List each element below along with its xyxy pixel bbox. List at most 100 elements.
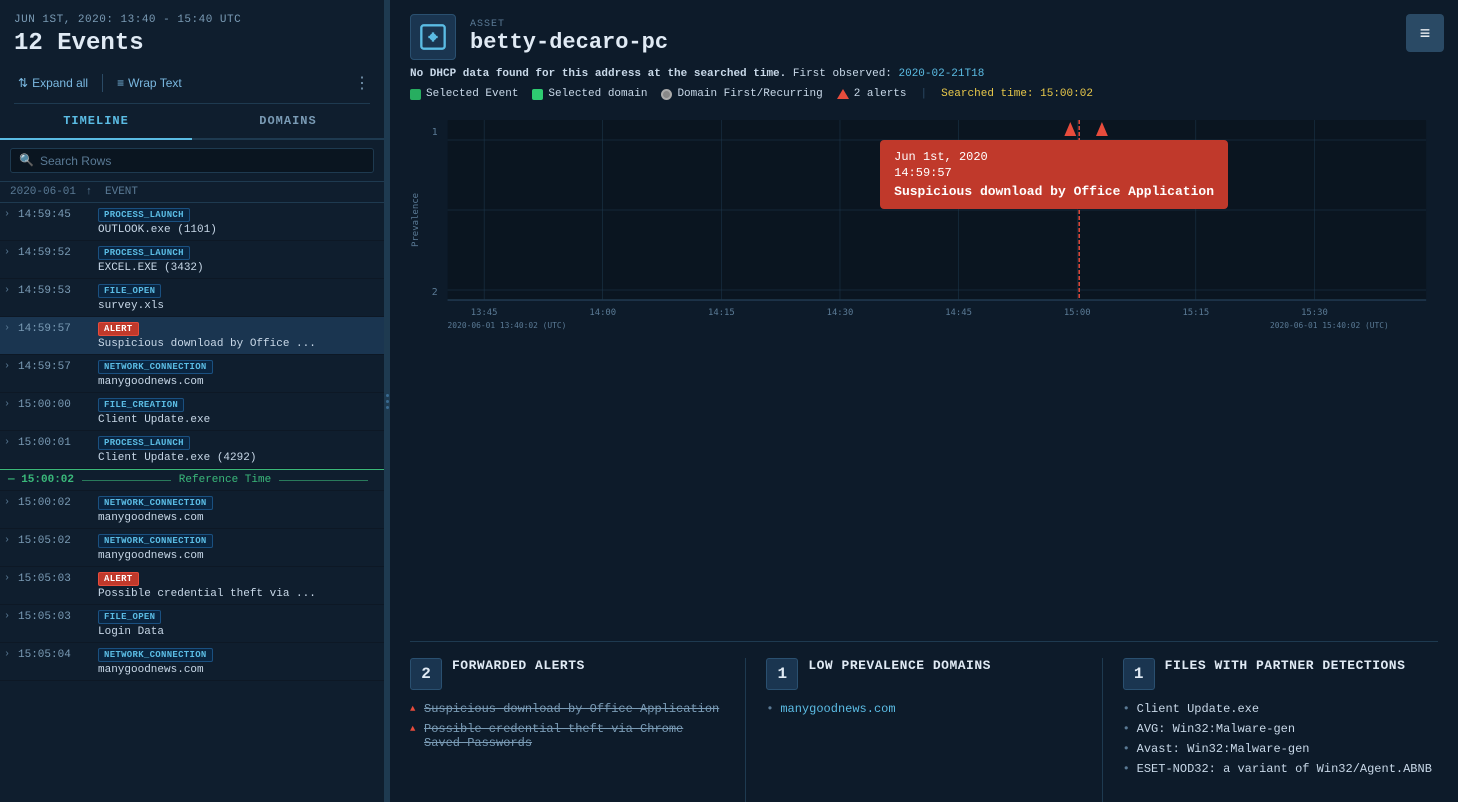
alerts-count: 2 alerts	[854, 88, 907, 100]
file-creation-badge: FILE_CREATION	[98, 398, 184, 412]
legend-row: Selected Event Selected domain Domain Fi…	[410, 88, 1438, 100]
network-connection-badge: NETWORK_CONNECTION	[98, 534, 213, 548]
selected-event-label: Selected Event	[426, 88, 518, 100]
left-header: JUN 1ST, 2020: 13:40 - 15:40 UTC 12 Even…	[0, 0, 384, 104]
event-time: 14:59:52	[18, 245, 98, 259]
tab-timeline[interactable]: TIMELINE	[0, 104, 192, 140]
legend-searched-time: Searched time: 15:00:02	[941, 88, 1093, 100]
expand-all-button[interactable]: ⇅ Expand all	[14, 74, 92, 92]
table-row[interactable]: › 15:05:04 NETWORK_CONNECTION manygoodne…	[0, 643, 384, 681]
domain-first-circle	[661, 89, 672, 100]
asset-label: ASSET	[470, 19, 668, 30]
filter-button[interactable]: ≡	[1406, 14, 1444, 52]
event-label: Client Update.exe	[98, 414, 318, 426]
event-time: 14:59:57	[18, 359, 98, 373]
process-launch-badge: PROCESS_LAUNCH	[98, 436, 190, 450]
legend-alerts: 2 alerts	[837, 88, 907, 100]
process-launch-badge: PROCESS_LAUNCH	[98, 246, 190, 260]
file-open-badge: FILE_OPEN	[98, 610, 161, 624]
svg-text:14:00: 14:00	[589, 308, 616, 318]
date-range: JUN 1ST, 2020: 13:40 - 15:40 UTC	[14, 14, 370, 26]
wrap-text-button[interactable]: ≡ Wrap Text	[113, 74, 186, 92]
chevron-right-icon: ›	[4, 647, 18, 660]
stat-header: 1 LOW PREVALENCE DOMAINS	[766, 658, 1081, 690]
chevron-right-icon: ›	[4, 397, 18, 410]
reference-time-label: Reference Time	[179, 474, 271, 486]
stat-number: 2	[410, 658, 442, 690]
network-connection-badge: NETWORK_CONNECTION	[98, 496, 213, 510]
event-content: PROCESS_LAUNCH OUTLOOK.exe (1101)	[98, 207, 378, 236]
chevron-right-icon: ›	[4, 321, 18, 334]
event-label: Suspicious download by Office ...	[98, 338, 318, 350]
events-list: › 14:59:45 PROCESS_LAUNCH OUTLOOK.exe (1…	[0, 203, 384, 802]
event-content: PROCESS_LAUNCH EXCEL.EXE (3432)	[98, 245, 378, 274]
chevron-right-icon: ›	[4, 359, 18, 372]
list-item: Avast: Win32:Malware-gen	[1123, 742, 1438, 756]
event-label: survey.xls	[98, 300, 318, 312]
first-observed-link[interactable]: 2020-02-21T18	[899, 68, 985, 80]
reference-time-row: — 15:00:02 Reference Time	[0, 469, 384, 491]
table-row[interactable]: › 14:59:57 NETWORK_CONNECTION manygoodne…	[0, 355, 384, 393]
table-row[interactable]: › 15:05:03 FILE_OPEN Login Data	[0, 605, 384, 643]
event-content: ALERT Suspicious download by Office ...	[98, 321, 378, 350]
list-item: manygoodnews.com	[766, 702, 1081, 716]
table-row[interactable]: › 14:59:45 PROCESS_LAUNCH OUTLOOK.exe (1…	[0, 203, 384, 241]
selected-domain-dot	[532, 89, 543, 100]
chart-area: Jun 1st, 2020 14:59:57 Suspicious downlo…	[410, 110, 1438, 641]
event-content: NETWORK_CONNECTION manygoodnews.com	[98, 533, 378, 562]
table-row[interactable]: › 14:59:57 ALERT Suspicious download by …	[0, 317, 384, 355]
table-row[interactable]: › 14:59:53 FILE_OPEN survey.xls	[0, 279, 384, 317]
svg-text:2: 2	[432, 287, 438, 298]
table-row[interactable]: › 14:59:52 PROCESS_LAUNCH EXCEL.EXE (343…	[0, 241, 384, 279]
list-item: Possible credential theft via Chrome Sav…	[410, 722, 725, 750]
drag-dot	[386, 406, 389, 409]
list-item: ESET-NOD32: a variant of Win32/Agent.ABN…	[1123, 762, 1438, 776]
event-time: 15:05:02	[18, 533, 98, 547]
table-row[interactable]: › 15:05:02 NETWORK_CONNECTION manygoodne…	[0, 529, 384, 567]
svg-text:13:45: 13:45	[471, 308, 498, 318]
table-row[interactable]: › 15:00:02 NETWORK_CONNECTION manygoodne…	[0, 491, 384, 529]
reference-time-line	[82, 480, 171, 481]
asset-name: betty-decaro-pc	[470, 30, 668, 55]
forwarded-alerts-card: 2 FORWARDED ALERTS Suspicious download b…	[410, 658, 746, 802]
svg-text:1: 1	[432, 127, 438, 138]
filter-icon: ≡	[1420, 23, 1431, 44]
event-content: ALERT Possible credential theft via ...	[98, 571, 378, 600]
process-launch-badge: PROCESS_LAUNCH	[98, 208, 190, 222]
stat-title: LOW PREVALENCE DOMAINS	[808, 658, 991, 675]
more-options-button[interactable]: ⋮	[354, 73, 370, 93]
dhcp-bar: No DHCP data found for this address at t…	[410, 68, 1438, 80]
stat-title: FILES WITH PARTNER DETECTIONS	[1165, 658, 1406, 675]
event-label: OUTLOOK.exe (1101)	[98, 224, 318, 236]
alert-badge: ALERT	[98, 572, 139, 586]
tooltip-title: Suspicious download by Office Applicatio…	[894, 184, 1214, 199]
chevron-right-icon: ›	[4, 533, 18, 546]
table-row[interactable]: › 15:00:00 FILE_CREATION Client Update.e…	[0, 393, 384, 431]
stat-header: 2 FORWARDED ALERTS	[410, 658, 725, 690]
legend-separator: |	[921, 88, 928, 100]
wrap-icon: ≡	[117, 76, 124, 90]
search-input[interactable]	[40, 154, 365, 168]
event-label: Login Data	[98, 626, 318, 638]
searched-time-label: Searched time: 15:00:02	[941, 88, 1093, 100]
event-content: NETWORK_CONNECTION manygoodnews.com	[98, 495, 378, 524]
event-content: PROCESS_LAUNCH Client Update.exe (4292)	[98, 435, 378, 464]
tab-domains[interactable]: DOMAINS	[192, 104, 384, 140]
event-label: EXCEL.EXE (3432)	[98, 262, 318, 274]
event-label: manygoodnews.com	[98, 550, 318, 562]
stat-header: 1 FILES WITH PARTNER DETECTIONS	[1123, 658, 1438, 690]
low-prevalence-list: manygoodnews.com	[766, 702, 1081, 716]
table-row[interactable]: › 15:05:03 ALERT Possible credential the…	[0, 567, 384, 605]
right-panel: ≡ ASSET betty-decaro-pc No DHCP data fou…	[390, 0, 1458, 802]
legend-domain-first: Domain First/Recurring	[661, 88, 822, 100]
legend-selected-domain: Selected domain	[532, 88, 647, 100]
low-prevalence-domains-card: 1 LOW PREVALENCE DOMAINS manygoodnews.co…	[746, 658, 1102, 802]
event-content: NETWORK_CONNECTION manygoodnews.com	[98, 647, 378, 676]
event-content: FILE_OPEN survey.xls	[98, 283, 378, 312]
svg-text:14:45: 14:45	[945, 308, 972, 318]
list-item: Suspicious download by Office Applicatio…	[410, 702, 725, 716]
partner-detections-list: Client Update.exe AVG: Win32:Malware-gen…	[1123, 702, 1438, 776]
table-row[interactable]: › 15:00:01 PROCESS_LAUNCH Client Update.…	[0, 431, 384, 469]
domain-link[interactable]: manygoodnews.com	[780, 702, 895, 716]
chevron-right-icon: ›	[4, 571, 18, 584]
